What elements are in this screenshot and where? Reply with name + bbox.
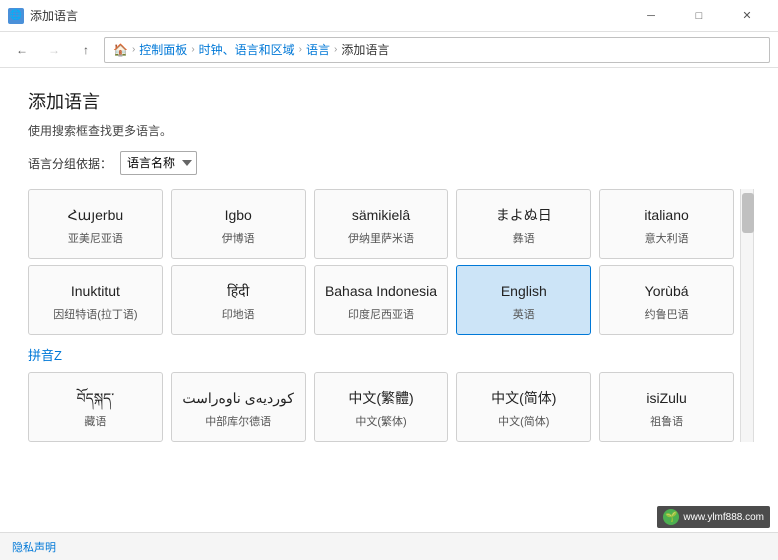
lang-chinese-text: 中文(繁体) [355,413,406,429]
lang-card[interactable]: हिंदी 印地语 [171,265,306,335]
lang-chinese-text: 伊博语 [222,230,255,246]
lang-chinese-text: 约鲁巴语 [645,306,689,322]
lang-native-text: Igbo [225,206,252,224]
scrollbar-thumb[interactable] [742,193,754,233]
close-button[interactable]: ✕ [724,0,770,32]
language-grid-row3: བོདསྐད་藏语كوردیەی ناوەراست中部库尔德语中文(繁體)中文(… [28,372,750,442]
lang-card[interactable]: كوردیەی ناوەراست 中部库尔德语 [171,372,306,442]
minimize-button[interactable]: ─ [628,0,674,32]
watermark-text: www.ylmf888.com [683,512,764,523]
language-grid-row2: Inuktitut 因纽特语(拉丁语) हिंदी 印地语 Bahasa Indones… [28,265,750,335]
lang-chinese-text: 祖鲁语 [650,413,683,429]
lang-chinese-text: 藏语 [84,413,106,429]
page-subtitle: 使用搜索框查找更多语言。 [28,122,750,139]
breadcrumb-1[interactable]: 控制面板 [139,41,187,58]
up-button[interactable]: ↑ [72,36,100,64]
lang-card[interactable]: Bahasa Indonesia 印度尼西亚语 [314,265,449,335]
lang-card[interactable]: Igbo 伊博语 [171,189,306,259]
lang-chinese-text: 彝语 [513,230,535,246]
main-content: 添加语言 使用搜索框查找更多语言。 语言分组依据： 语言名称 Հայerbu 亚美… [0,68,778,532]
lang-card[interactable]: 中文(简体) 中文(简体) [456,372,591,442]
breadcrumb-icon: 🏠 [113,43,128,57]
lang-card[interactable]: 中文(繁體) 中文(繁体) [314,372,449,442]
lang-chinese-text: 印度尼西亚语 [348,306,414,322]
filter-label: 语言分组依据： [28,155,112,172]
breadcrumb-2[interactable]: 时钟、语言和区域 [199,41,295,58]
lang-card[interactable]: Inuktitut 因纽特语(拉丁语) [28,265,163,335]
lang-native-text: 中文(简体) [491,389,556,407]
language-grid-wrapper: Հայerbu 亚美尼亚语 Igbo 伊博语 sämikielâ 伊纳里萨米语 まよぬ日彝语… [28,189,750,442]
filter-select[interactable]: 语言名称 [120,151,197,175]
status-bar: 隐私声明 [0,532,778,560]
lang-chinese-text: 因纽特语(拉丁语) [53,306,137,322]
lang-native-text: 中文(繁體) [348,389,413,407]
breadcrumb: 🏠 › 控制面板 › 时钟、语言和区域 › 语言 › 添加语言 [104,37,770,63]
lang-chinese-text: 中文(简体) [498,413,549,429]
lang-native-text: Inuktitut [71,282,120,300]
lang-card[interactable]: English 英语 [456,265,591,335]
lang-native-text: Bahasa Indonesia [325,282,437,300]
lang-native-text: Yorùbá [645,282,689,300]
breadcrumb-4: 添加语言 [341,41,389,58]
lang-native-text: sämikielâ [352,206,410,224]
title-bar: 🌐 添加语言 ─ □ ✕ [0,0,778,32]
lang-card[interactable]: italiano 意大利语 [599,189,734,259]
lang-card[interactable]: Հայerbu 亚美尼亚语 [28,189,163,259]
lang-chinese-text: 印地语 [222,306,255,322]
privacy-link[interactable]: 隐私声明 [12,539,56,555]
watermark: 🌱 www.ylmf888.com [657,506,770,528]
lang-native-text: まよぬ日 [496,206,552,224]
lang-chinese-text: 伊纳里萨米语 [348,230,414,246]
lang-card[interactable]: Yorùbá 约鲁巴语 [599,265,734,335]
navigation-bar: ← → ↑ 🏠 › 控制面板 › 时钟、语言和区域 › 语言 › 添加语言 [0,32,778,68]
lang-native-text: italiano [644,206,688,224]
lang-native-text: كوردیەی ناوەراست [182,389,294,407]
lang-chinese-text: 亚美尼亚语 [68,230,123,246]
forward-button[interactable]: → [40,36,68,64]
lang-native-text: isiZulu [646,389,686,407]
lang-card[interactable]: བོདསྐད་ 藏语 [28,372,163,442]
lang-card[interactable]: まよぬ日彝语 [456,189,591,259]
window-controls: ─ □ ✕ [628,0,770,32]
language-grid-row1: Հայerbu 亚美尼亚语 Igbo 伊博语 sämikielâ 伊纳里萨米语 まよぬ日彝语… [28,189,750,259]
breadcrumb-3[interactable]: 语言 [306,41,330,58]
lang-card[interactable]: isiZulu 祖鲁语 [599,372,734,442]
lang-native-text: हिंदी [227,282,249,300]
lang-card[interactable]: sämikielâ 伊纳里萨米语 [314,189,449,259]
lang-chinese-text: 英语 [513,306,535,322]
section-label-z: 拼音Z [28,345,750,364]
page-title: 添加语言 [28,88,750,114]
lang-native-text: Հայerbu [68,206,123,224]
window-title: 添加语言 [30,7,628,24]
watermark-icon: 🌱 [663,509,679,525]
window-icon: 🌐 [8,8,24,24]
scrollbar[interactable] [740,189,754,442]
filter-row: 语言分组依据： 语言名称 [28,151,750,175]
maximize-button[interactable]: □ [676,0,722,32]
lang-chinese-text: 中部库尔德语 [205,413,271,429]
lang-native-text: English [501,282,547,300]
back-button[interactable]: ← [8,36,36,64]
lang-chinese-text: 意大利语 [645,230,689,246]
lang-native-text: བོདསྐད་ [77,389,115,407]
